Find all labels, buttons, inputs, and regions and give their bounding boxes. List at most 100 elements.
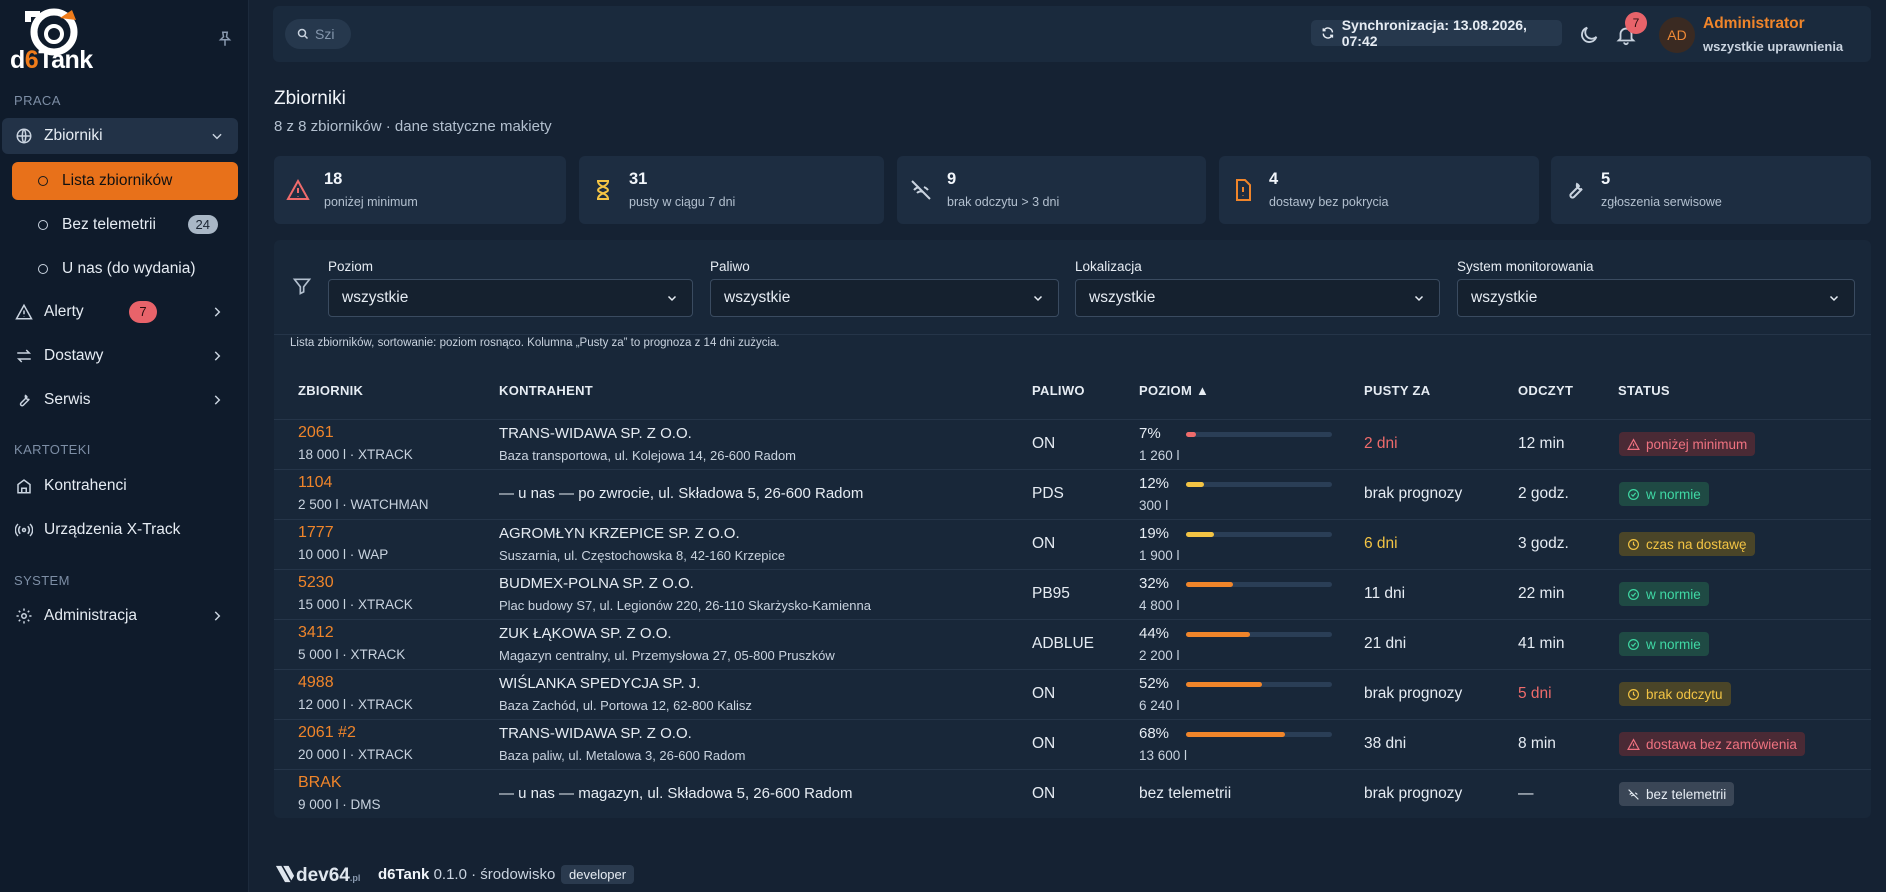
level-percent: 12% [1139,475,1170,492]
table-row[interactable]: BRAK 9 000 l · DMS — u nas — magazyn, ul. … [274,769,1871,819]
circle-icon [38,220,48,230]
stat-card-no-reading[interactable]: 9 brak odczytu > 3 dni [897,156,1206,224]
filter-location-select[interactable]: wszystkie [1075,279,1440,317]
table-row[interactable]: 1777 10 000 l · WAP AGROMŁYN KRZEPICE SP. … [274,519,1871,569]
chevron-right-icon [214,307,221,317]
fuel-type: ON [1032,435,1056,452]
filter-system-select[interactable]: wszystkie [1457,279,1855,317]
tank-id-link[interactable]: 1104 [298,474,332,492]
level-bar [1186,732,1332,737]
sidebar: d6Tank PRACA Zbiorniki Lista zbiorników … [0,0,249,892]
last-reading: 2 godz. [1518,485,1569,502]
sidebar-item-alerts[interactable]: Alerty 7 [2,294,238,330]
filter-system-label: System monitorowania [1457,259,1594,274]
client-name[interactable]: TRANS-WIDAWA SP. Z O.O. [499,725,692,742]
fuel-type: ADBLUE [1032,635,1095,652]
column-header-tank[interactable]: ZBIORNIK [298,383,363,398]
client-address: Magazyn centralny, ul. Przemysłowa 27, 0… [499,648,835,663]
search-input[interactable]: Szi [285,19,351,49]
sidebar-item-at-us[interactable]: U nas (do wydania) [12,250,238,288]
sidebar-item-deliveries[interactable]: Dostawy [2,338,238,374]
divider [274,334,1871,335]
sync-status-button[interactable]: Synchronizacja: 13.08.2026, 07:42 [1311,17,1562,49]
table-row[interactable]: 5230 15 000 l · XTRACK BUDMEX-POLNA SP. Z … [274,569,1871,619]
column-header-empty-in[interactable]: PUSTY ZA [1364,383,1430,398]
sidebar-item-contractors[interactable]: Kontrahenci [2,468,238,504]
sidebar-item-admin[interactable]: Administracja [2,598,238,634]
filter-fuel-select[interactable]: wszystkie [710,279,1059,317]
user-name[interactable]: Administrator [1703,15,1805,33]
stat-card-empty-7-days[interactable]: 31 pusty w ciągu 7 dni [579,156,884,224]
tank-id-link[interactable]: 2061 #2 [298,724,356,742]
dev64-logo[interactable]: dev64.pl [274,864,360,887]
column-header-status[interactable]: STATUS [1618,383,1670,398]
tank-id-link[interactable]: 2061 [298,424,334,442]
empty-in: 38 dni [1364,735,1407,752]
notification-count-badge: 7 [1625,12,1647,34]
sidebar-item-tanks[interactable]: Zbiorniki [2,118,238,154]
client-name[interactable]: ZUK ŁĄKOWA SP. Z O.O. [499,625,672,642]
building-icon [14,476,34,496]
tank-id-link[interactable]: 3412 [298,624,334,642]
status-badge: w normie [1619,482,1709,506]
stat-card-uncovered-deliveries[interactable]: 4 dostawy bez pokrycia [1219,156,1539,224]
level-volume: 4 800 l [1139,598,1180,613]
client-name[interactable]: TRANS-WIDAWA SP. Z O.O. [499,425,692,442]
tank-id-link[interactable]: 4988 [298,674,334,692]
level-bar-fill [1186,682,1262,687]
level-percent: 32% [1139,575,1170,592]
level-percent: bez telemetrii [1139,785,1232,802]
level-percent: 68% [1139,725,1170,742]
avatar[interactable]: AD [1659,17,1695,53]
empty-in: 6 dni [1364,535,1398,552]
chevron-right-icon [214,395,221,405]
tank-id-link[interactable]: BRAK [298,774,342,792]
level-percent: 52% [1139,675,1170,692]
sidebar-item-tank-list[interactable]: Lista zbiorników [12,162,238,200]
warning-icon [1627,437,1640,450]
wifi-off-icon [911,180,931,200]
dev64-mark-icon [275,865,295,883]
table-row[interactable]: 3412 5 000 l · XTRACK ZUK ŁĄKOWA SP. Z O.O… [274,619,1871,669]
column-header-fuel[interactable]: PALIWO [1032,383,1085,398]
client-name[interactable]: WIŚLANKA SPEDYCJA SP. J. [499,675,700,692]
filter-level-select[interactable]: wszystkie [328,279,693,317]
status-badge: bez telemetrii [1619,782,1735,806]
level-volume: 1 260 l [1139,448,1180,463]
section-label-files: KARTOTEKI [14,442,91,457]
last-reading: 12 min [1518,435,1565,452]
table-row[interactable]: 1104 2 500 l · WATCHMAN — u nas — po zwroc… [274,469,1871,519]
client-name[interactable]: BUDMEX-POLNA SP. Z O.O. [499,575,694,592]
level-volume: 2 200 l [1139,648,1180,663]
column-header-level[interactable]: POZIOM ▲ [1139,383,1209,398]
column-header-client[interactable]: KONTRAHENT [499,383,593,398]
globe-icon [14,126,34,146]
level-bar-fill [1186,532,1214,537]
footer-version: d6Tank 0.1.0 · środowisko [378,866,556,883]
fuel-type: ON [1032,685,1056,702]
last-reading: 3 godz. [1518,535,1569,552]
table-row[interactable]: 4988 12 000 l · XTRACK WIŚLANKA SPEDYCJA S… [274,669,1871,719]
sidebar-item-devices[interactable]: Urządzenia X-Track [2,512,238,548]
moon-icon[interactable] [1578,24,1600,46]
page-subtitle: 8 z 8 zbiorników · dane statyczne makiet… [274,118,552,135]
tank-id-link[interactable]: 5230 [298,574,334,592]
file-alert-icon [1236,179,1251,201]
tank-id-link[interactable]: 1777 [298,524,334,542]
status-badge: brak odczytu [1619,682,1731,706]
table-row[interactable]: 2061 18 000 l · XTRACK TRANS-WIDAWA SP. Z … [274,419,1871,469]
stat-card-below-minimum[interactable]: 18 poniżej minimum [274,156,566,224]
client-name[interactable]: AGROMŁYN KRZEPICE SP. Z O.O. [499,525,740,542]
sidebar-item-no-telemetry[interactable]: Bez telemetrii 24 [12,206,238,244]
circle-icon [38,176,48,186]
stat-card-service-reports[interactable]: 5 zgłoszenia serwisowe [1551,156,1871,224]
level-volume: 300 l [1139,498,1169,513]
sidebar-item-service[interactable]: Serwis [2,382,238,418]
gear-icon [14,606,34,626]
table-row[interactable]: 2061 #2 20 000 l · XTRACK TRANS-WIDAWA SP.… [274,719,1871,769]
wrench-icon [14,390,34,410]
column-header-reading[interactable]: ODCZYT [1518,383,1573,398]
pin-icon[interactable] [216,30,234,48]
client-address: Plac budowy S7, ul. Legionów 220, 26-110… [499,598,871,613]
sidebar-item-label: Zbiorniki [44,127,103,144]
